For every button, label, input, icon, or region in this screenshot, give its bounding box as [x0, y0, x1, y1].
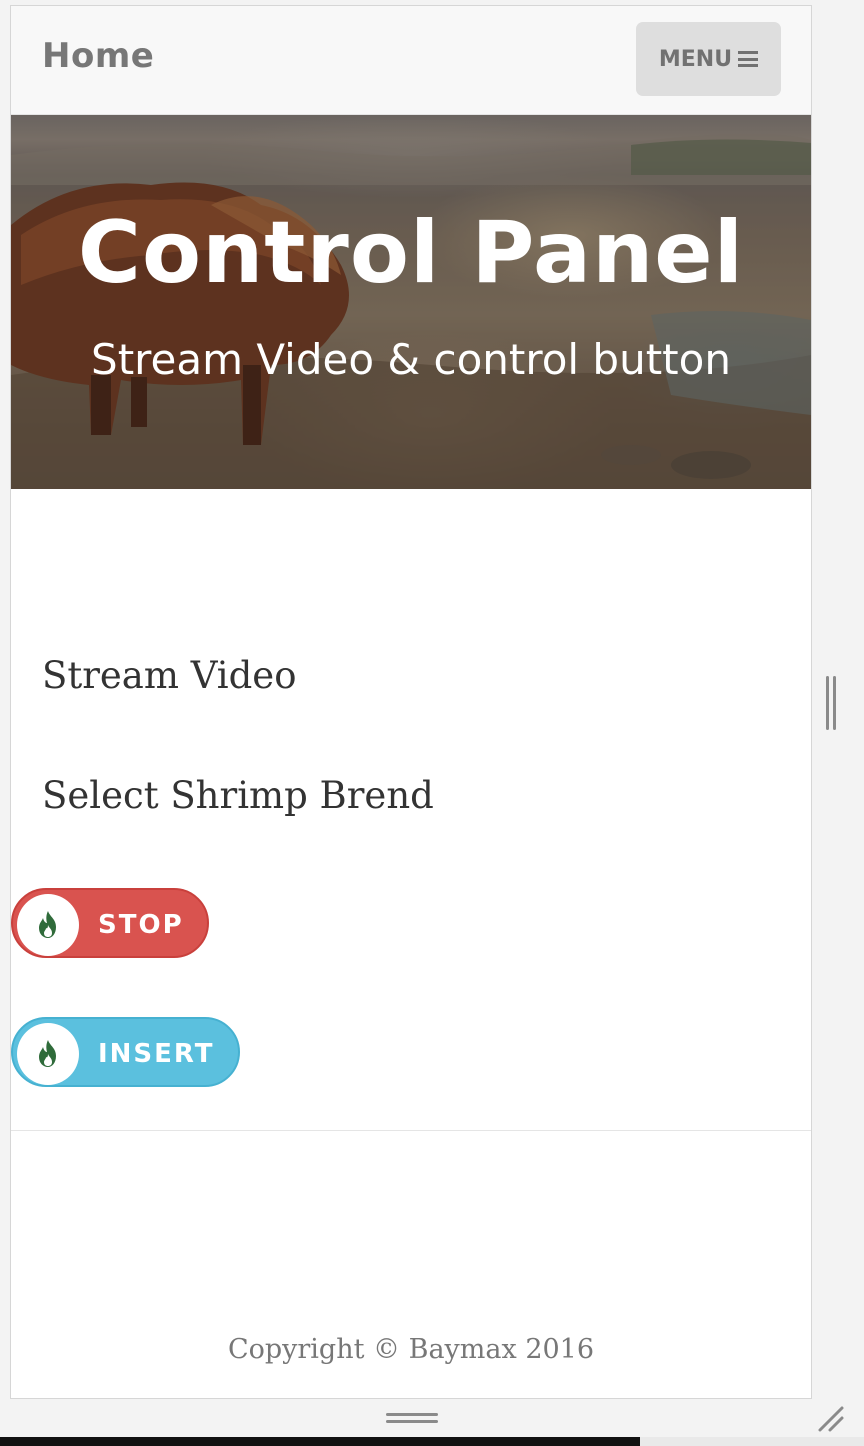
insert-label: INSERT	[98, 1039, 215, 1069]
select-shrimp-label: Select Shrimp Brend	[42, 774, 434, 817]
menu-button[interactable]: MENU	[636, 22, 781, 96]
stream-video-heading: Stream Video	[42, 654, 297, 697]
navbar: Home MENU	[11, 6, 811, 115]
toggle-knob	[17, 1023, 79, 1085]
resize-corner-icon[interactable]	[816, 1404, 846, 1434]
brand-home-link[interactable]: Home	[42, 36, 154, 76]
hamburger-icon	[738, 51, 759, 67]
footer-divider	[11, 1130, 811, 1131]
hero-header: Control Panel Stream Video & control but…	[11, 115, 811, 489]
insert-toggle-button[interactable]: INSERT	[11, 1017, 240, 1087]
page-frame: Home MENU Control Panel Stream Video & c…	[10, 5, 812, 1399]
flame-icon	[39, 911, 56, 938]
stop-toggle-button[interactable]: STOP	[11, 888, 209, 958]
horizontal-resize-handle[interactable]	[386, 1413, 438, 1425]
stop-label: STOP	[98, 910, 184, 940]
hero-title: Control Panel	[77, 203, 745, 303]
flame-icon	[39, 1040, 56, 1067]
footer-copyright: Copyright © Baymax 2016	[227, 1334, 595, 1365]
vertical-resize-handle[interactable]	[824, 676, 838, 730]
toggle-knob	[17, 894, 79, 956]
menu-label: MENU	[658, 46, 733, 72]
hero-subtitle: Stream Video & control button	[91, 335, 731, 384]
